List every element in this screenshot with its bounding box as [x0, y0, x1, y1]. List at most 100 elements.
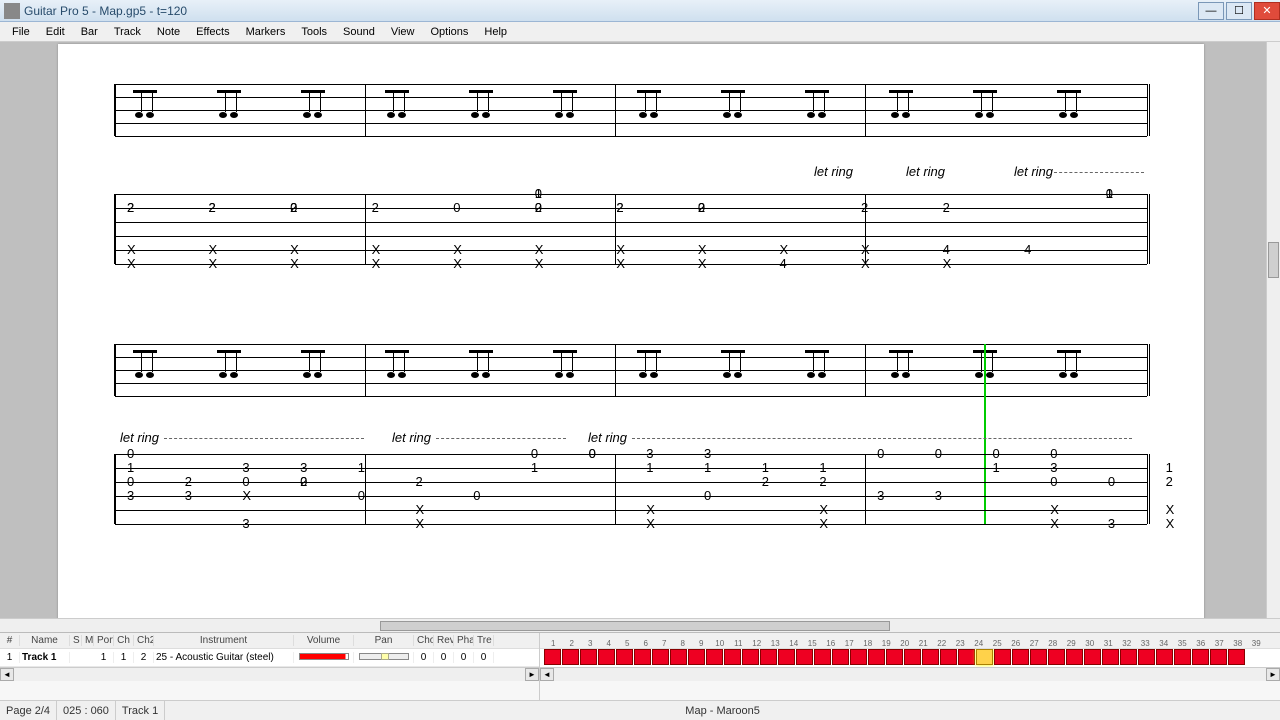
- tab-fret[interactable]: X: [416, 502, 425, 517]
- tab-fret[interactable]: 4: [779, 256, 786, 271]
- bar-cell-17[interactable]: [832, 649, 849, 665]
- tab-fret[interactable]: 0: [935, 446, 942, 461]
- tab-fret[interactable]: X: [290, 256, 299, 271]
- scroll-right-icon[interactable]: ►: [1266, 668, 1280, 681]
- bar-cell-32[interactable]: [1102, 649, 1119, 665]
- tab-fret[interactable]: 0: [473, 488, 480, 503]
- bar-cell-38[interactable]: [1210, 649, 1227, 665]
- tab-fret[interactable]: 2: [416, 474, 423, 489]
- track-port[interactable]: 1: [94, 652, 114, 663]
- tab-fret[interactable]: X: [819, 502, 828, 517]
- tab-fret[interactable]: X: [616, 242, 625, 257]
- tab-fret[interactable]: 0: [1050, 446, 1057, 461]
- bar-cell-12[interactable]: [742, 649, 759, 665]
- tab-fret[interactable]: 3: [242, 460, 249, 475]
- bar-cell-33[interactable]: [1120, 649, 1137, 665]
- menu-bar[interactable]: Bar: [73, 24, 106, 40]
- tab-fret[interactable]: X: [535, 256, 544, 271]
- tab-fret[interactable]: X: [416, 516, 425, 531]
- bar-box-row[interactable]: [540, 649, 1280, 667]
- bar-cell-14[interactable]: [778, 649, 795, 665]
- bar-cell-5[interactable]: [616, 649, 633, 665]
- bar-cell-18[interactable]: [850, 649, 867, 665]
- tab-fret[interactable]: X: [290, 242, 299, 257]
- bar-cell-8[interactable]: [670, 649, 687, 665]
- bar-cell-28[interactable]: [1030, 649, 1047, 665]
- tab-fret[interactable]: X: [242, 488, 251, 503]
- tab-fret[interactable]: 1: [358, 460, 365, 475]
- tab-fret[interactable]: 1: [762, 460, 769, 475]
- tab-fret[interactable]: X: [861, 242, 870, 257]
- tab-fret[interactable]: X: [1166, 516, 1175, 531]
- tab-fret[interactable]: 2: [300, 474, 307, 489]
- track-chorus[interactable]: 0: [414, 652, 434, 663]
- maximize-button[interactable]: ☐: [1226, 2, 1252, 20]
- tab-fret[interactable]: 2: [185, 474, 192, 489]
- bar-cell-19[interactable]: [868, 649, 885, 665]
- bar-cell-3[interactable]: [580, 649, 597, 665]
- bar-cell-36[interactable]: [1174, 649, 1191, 665]
- bar-cell-15[interactable]: [796, 649, 813, 665]
- tab-fret[interactable]: X: [453, 256, 462, 271]
- tab-fret[interactable]: X: [1050, 516, 1059, 531]
- bar-cell-1[interactable]: [544, 649, 561, 665]
- tab-fret[interactable]: X: [646, 502, 655, 517]
- bar-cell-39[interactable]: [1228, 649, 1245, 665]
- tab-fret[interactable]: 4: [1024, 242, 1031, 257]
- scroll-left-icon[interactable]: ◄: [540, 668, 554, 681]
- tab-fret[interactable]: 1: [1106, 186, 1113, 201]
- tab-fret[interactable]: 4: [943, 242, 950, 257]
- track-name[interactable]: Track 1: [20, 652, 70, 663]
- tab-fret[interactable]: X: [372, 256, 381, 271]
- tab-fret[interactable]: 3: [1050, 460, 1057, 475]
- track-instrument[interactable]: 25 - Acoustic Guitar (steel): [154, 652, 294, 663]
- tab-fret[interactable]: X: [698, 256, 707, 271]
- bar-cell-22[interactable]: [922, 649, 939, 665]
- tab-fret[interactable]: 1: [993, 460, 1000, 475]
- tab-fret[interactable]: X: [616, 256, 625, 271]
- score-viewport[interactable]: let ring let ring let ring 22XX22XX202XX…: [0, 42, 1280, 632]
- tab-fret[interactable]: 3: [935, 488, 942, 503]
- scroll-right-icon[interactable]: ►: [525, 668, 539, 681]
- tab-fret[interactable]: 3: [877, 488, 884, 503]
- timeline-scrollbar[interactable]: ◄ ►: [540, 667, 1280, 681]
- tab-fret[interactable]: 3: [127, 488, 134, 503]
- track-volume[interactable]: [294, 652, 354, 663]
- tab-fret[interactable]: 2: [616, 200, 623, 215]
- menu-sound[interactable]: Sound: [335, 24, 383, 40]
- tab-fret[interactable]: X: [1166, 502, 1175, 517]
- close-button[interactable]: ✕: [1254, 2, 1280, 20]
- bar-cell-2[interactable]: [562, 649, 579, 665]
- tab-fret[interactable]: 3: [242, 516, 249, 531]
- tab-fret[interactable]: X: [209, 242, 218, 257]
- track-phaser[interactable]: 0: [454, 652, 474, 663]
- tab-fret[interactable]: 0: [127, 446, 134, 461]
- tab-fret[interactable]: 0: [453, 200, 460, 215]
- tab-fret[interactable]: 0: [877, 446, 884, 461]
- track-row[interactable]: 1 Track 1 1 1 2 25 - Acoustic Guitar (st…: [0, 649, 539, 667]
- tab-fret[interactable]: 1: [127, 460, 134, 475]
- tab-fret[interactable]: 2: [127, 200, 134, 215]
- tab-fret[interactable]: 3: [704, 446, 711, 461]
- bar-cell-25[interactable]: [976, 649, 993, 665]
- track-ch2[interactable]: 2: [134, 652, 154, 663]
- menu-markers[interactable]: Markers: [238, 24, 294, 40]
- menu-track[interactable]: Track: [106, 24, 149, 40]
- tab-fret[interactable]: X: [127, 242, 136, 257]
- track-tremolo[interactable]: 0: [474, 652, 494, 663]
- bar-cell-30[interactable]: [1066, 649, 1083, 665]
- tab-fret[interactable]: 2: [943, 200, 950, 215]
- tab-fret[interactable]: X: [819, 516, 828, 531]
- tab-fret[interactable]: 3: [646, 446, 653, 461]
- menu-note[interactable]: Note: [149, 24, 188, 40]
- tab-fret[interactable]: X: [646, 516, 655, 531]
- bar-cell-6[interactable]: [634, 649, 651, 665]
- tab-fret[interactable]: 0: [1108, 474, 1115, 489]
- tab-fret[interactable]: 0: [589, 446, 596, 461]
- tab-fret[interactable]: 2: [209, 200, 216, 215]
- bar-cell-29[interactable]: [1048, 649, 1065, 665]
- tab-fret[interactable]: 2: [861, 200, 868, 215]
- menu-edit[interactable]: Edit: [38, 24, 73, 40]
- menu-tools[interactable]: Tools: [293, 24, 335, 40]
- bar-cell-24[interactable]: [958, 649, 975, 665]
